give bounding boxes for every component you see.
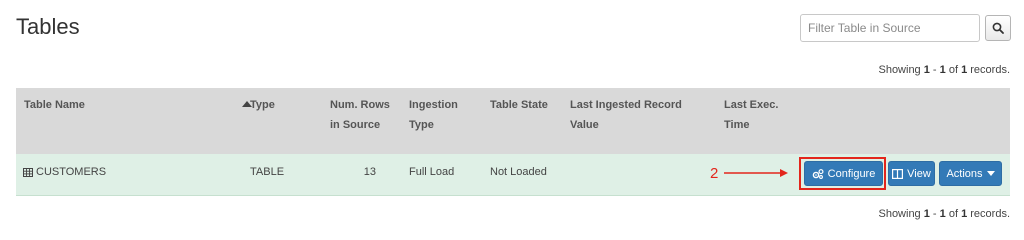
cogs-icon xyxy=(812,168,824,179)
column-header-last-exec: Last Exec. Time xyxy=(724,99,779,131)
annotation-step-number: 2 xyxy=(710,165,719,182)
search-icon xyxy=(992,22,1004,34)
columns-icon xyxy=(892,168,904,179)
view-button[interactable]: View xyxy=(888,161,935,186)
column-header-type: Type xyxy=(250,99,275,111)
cell-table-state: Not Loaded xyxy=(490,166,547,178)
annotation-arrow-icon xyxy=(724,169,788,177)
caret-down-icon xyxy=(986,171,995,176)
cell-type: TABLE xyxy=(250,166,285,178)
filter-table-input[interactable] xyxy=(800,14,980,42)
column-header-table-name[interactable]: Table Name xyxy=(24,95,85,115)
page-title: Tables xyxy=(16,14,80,39)
table-header: Table Name Type Num. Rows in Source Inge… xyxy=(16,88,1010,154)
cell-table-name: CUSTOMERS xyxy=(23,165,106,179)
actions-dropdown-button[interactable]: Actions xyxy=(939,161,1002,186)
cell-ingestion-type: Full Load xyxy=(409,166,455,178)
cell-num-rows: 13 xyxy=(363,166,376,178)
records-count-bottom: Showing 1 - 1 of 1 records. xyxy=(878,208,1010,220)
table-grid-icon xyxy=(23,167,33,177)
configure-button[interactable]: Configure xyxy=(804,161,883,186)
column-header-ingestion-type: Ingestion Type xyxy=(409,99,458,131)
search-button[interactable] xyxy=(985,15,1011,41)
records-count-top: Showing 1 - 1 of 1 records. xyxy=(878,64,1010,76)
column-header-table-state: Table State xyxy=(490,99,548,111)
column-header-last-ingested: Last Ingested Record Value xyxy=(570,99,682,131)
column-header-num-rows: Num. Rows in Source xyxy=(330,99,390,131)
